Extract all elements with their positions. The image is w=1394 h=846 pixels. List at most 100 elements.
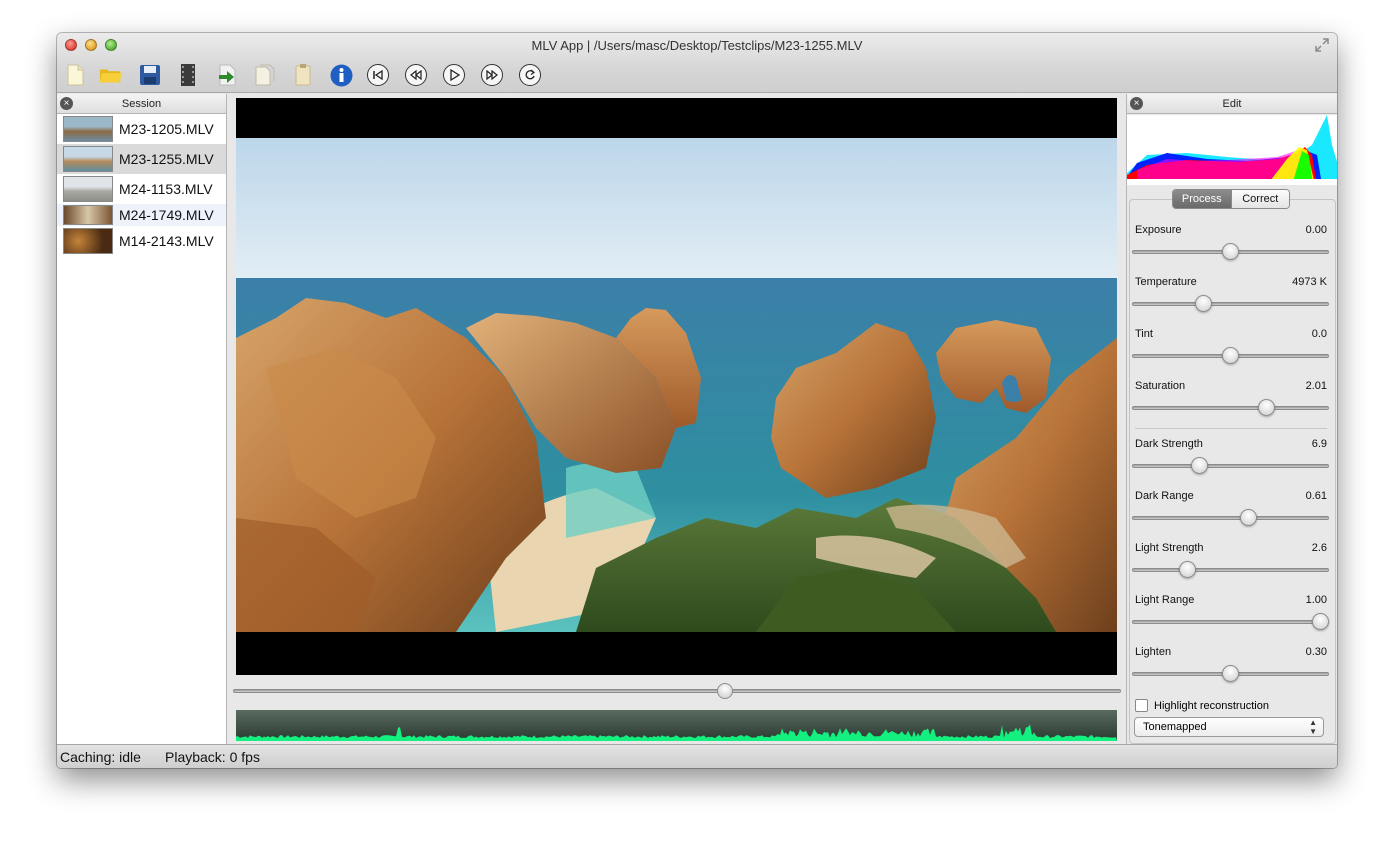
select-arrows-icon: ▲ ▼ (1309, 718, 1317, 736)
title-bar: MLV App | /Users/masc/Desktop/Testclips/… (57, 33, 1337, 93)
video-frame (236, 138, 1117, 632)
light-strength-control: Light Strength 2.6 (1132, 542, 1329, 594)
param-value: 0.00 (1305, 224, 1327, 236)
param-label: Tint (1135, 328, 1153, 340)
param-slider-knob[interactable] (1240, 509, 1257, 526)
session-title: Session (121, 98, 162, 110)
clip-name: M24-1153.MLV (119, 181, 213, 197)
export-icon[interactable] (215, 63, 239, 87)
clip-thumbnail (63, 228, 113, 254)
fullscreen-icon[interactable] (1315, 38, 1329, 52)
clip-thumbnail (63, 146, 113, 172)
param-value: 0.61 (1305, 490, 1327, 502)
timeline-track (233, 689, 1121, 693)
param-value: 2.6 (1311, 542, 1327, 554)
param-label: Temperature (1135, 276, 1197, 288)
clip-item[interactable]: M23-1205.MLV (57, 114, 226, 144)
info-icon[interactable] (329, 63, 353, 87)
toolbar (57, 60, 1337, 90)
param-value: 2.01 (1305, 380, 1327, 392)
param-slider-knob[interactable] (1222, 243, 1239, 260)
highlight-reconstruction-row: Highlight reconstruction (1135, 699, 1269, 712)
param-value: 1.00 (1305, 594, 1327, 606)
playback-status: Playback: 0 fps (165, 749, 260, 765)
param-value: 6.9 (1311, 438, 1327, 450)
param-label: Light Range (1135, 594, 1195, 606)
film-strip-icon[interactable] (176, 63, 200, 87)
clip-name: M14-2143.MLV (119, 233, 214, 249)
clip-item[interactable]: M24-1749.MLV (57, 204, 226, 226)
clip-name: M23-1255.MLV (119, 151, 214, 167)
open-folder-icon[interactable] (99, 63, 123, 87)
temperature-control: Temperature 4973 K (1132, 276, 1329, 328)
param-slider-track[interactable] (1132, 464, 1329, 468)
clip-item[interactable]: M24-1153.MLV (57, 174, 226, 204)
new-file-icon[interactable] (63, 63, 87, 87)
light-range-control: Light Range 1.00 (1132, 594, 1329, 646)
tint-control: Tint 0.0 (1132, 328, 1329, 380)
play-icon[interactable] (442, 63, 466, 87)
param-label: Saturation (1135, 380, 1186, 392)
edit-header: × Edit (1127, 94, 1337, 114)
audio-waveform (236, 710, 1117, 741)
clip-thumbnail (63, 116, 113, 142)
fast-forward-icon[interactable] (480, 63, 504, 87)
lighten-control: Lighten 0.30 (1132, 646, 1329, 698)
timeline-knob[interactable] (716, 683, 733, 699)
histogram (1127, 115, 1337, 185)
close-session-icon[interactable]: × (60, 97, 73, 110)
clip-thumbnail (63, 205, 113, 225)
window-title: MLV App | /Users/masc/Desktop/Testclips/… (531, 38, 863, 53)
loop-icon[interactable] (518, 63, 542, 87)
process-correct-tabs: Process Correct (1172, 189, 1290, 209)
param-slider-track[interactable] (1132, 620, 1329, 624)
clip-name: M24-1749.MLV (119, 207, 214, 223)
param-slider-track[interactable] (1132, 516, 1329, 520)
status-bar: Caching: idle Playback: 0 fps (57, 744, 1337, 768)
exposure-control: Exposure 0.00 (1132, 224, 1329, 276)
param-slider-knob[interactable] (1191, 457, 1209, 474)
dark-range-control: Dark Range 0.61 (1132, 490, 1329, 542)
tab-correct[interactable]: Correct (1230, 190, 1289, 208)
edit-title: Edit (1222, 98, 1242, 110)
waveform-shape (236, 724, 1117, 741)
clip-name: M23-1205.MLV (119, 121, 214, 137)
param-slider-track[interactable] (1132, 406, 1329, 410)
highlight-reconstruction-label: Highlight reconstruction (1154, 699, 1269, 712)
dark-strength-control: Dark Strength 6.9 (1132, 438, 1329, 490)
param-slider-knob[interactable] (1222, 347, 1239, 364)
clip-item-selected[interactable]: M23-1255.MLV (57, 144, 226, 174)
tonemap-value: Tonemapped (1143, 721, 1207, 733)
param-slider-track[interactable] (1132, 302, 1329, 306)
clip-item[interactable]: M14-2143.MLV (57, 226, 226, 256)
paste-icon[interactable] (291, 63, 315, 87)
copy-icon[interactable] (253, 63, 277, 87)
param-slider-knob[interactable] (1258, 399, 1275, 416)
param-value: 0.30 (1305, 646, 1327, 658)
timeline-slider[interactable] (233, 683, 1121, 699)
save-icon[interactable] (138, 63, 162, 87)
param-label: Dark Strength (1135, 438, 1203, 450)
param-slider-knob[interactable] (1312, 613, 1329, 630)
param-label: Light Strength (1135, 542, 1204, 554)
video-viewer[interactable] (236, 98, 1117, 675)
highlight-reconstruction-checkbox[interactable] (1135, 699, 1148, 712)
app-window: MLV App | /Users/masc/Desktop/Testclips/… (57, 33, 1337, 768)
clip-thumbnail (63, 176, 113, 202)
caching-status: Caching: idle (60, 749, 141, 765)
close-edit-icon[interactable]: × (1130, 97, 1143, 110)
param-divider (1135, 428, 1327, 429)
param-label: Lighten (1135, 646, 1172, 658)
tonemap-select[interactable]: Tonemapped ▲ ▼ (1134, 717, 1324, 737)
skip-to-start-icon[interactable] (366, 63, 390, 87)
session-panel: × Session M23-1205.MLV M23-1255.MLV M24-… (57, 94, 227, 744)
param-slider-knob[interactable] (1178, 561, 1196, 578)
tab-process[interactable]: Process (1173, 190, 1231, 208)
param-label: Dark Range (1135, 490, 1194, 502)
param-slider-knob[interactable] (1222, 665, 1239, 682)
saturation-control: Saturation 2.01 (1132, 380, 1329, 432)
rewind-icon[interactable] (404, 63, 428, 87)
param-slider-track[interactable] (1132, 568, 1329, 572)
param-value: 0.0 (1311, 328, 1327, 340)
param-slider-knob[interactable] (1195, 295, 1212, 312)
